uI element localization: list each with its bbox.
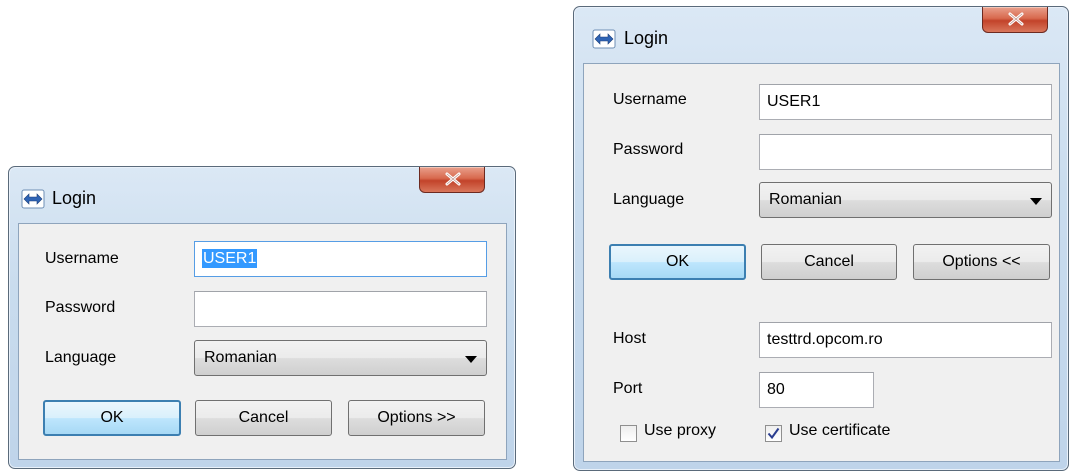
title-bar[interactable]: Login [574,7,1068,63]
chevron-down-icon [465,356,477,363]
dialog-body: Username USER1 Password Language Romania… [18,223,507,460]
port-label: Port [613,380,643,397]
ok-button[interactable]: OK [609,244,746,280]
close-button[interactable] [982,7,1048,33]
checkmark-icon [767,427,780,440]
login-dialog-collapsed: Login Username USER1 Password Language R… [8,166,516,469]
close-icon [1008,12,1024,26]
close-button[interactable] [419,167,485,193]
cancel-button[interactable]: Cancel [761,244,897,280]
language-select[interactable]: Romanian [194,340,487,376]
password-label: Password [45,299,116,316]
language-label: Language [45,349,117,366]
close-icon [445,172,461,186]
use-proxy-label[interactable]: Use proxy [644,422,716,440]
language-label: Language [613,191,685,208]
use-certificate-checkbox[interactable] [765,425,782,442]
language-select[interactable]: Romanian [759,182,1052,218]
use-proxy-checkbox[interactable] [620,425,637,442]
window-title: Login [52,188,97,208]
username-input[interactable]: USER1 [759,84,1052,120]
use-certificate-label[interactable]: Use certificate [789,422,890,440]
language-selected-value: Romanian [769,191,842,208]
options-expand-button[interactable]: Options >> [348,400,485,436]
options-collapse-button[interactable]: Options << [913,244,1050,280]
login-dialog-expanded: Login Username USER1 Password Language R… [573,6,1069,471]
password-input[interactable] [759,134,1052,170]
host-input[interactable]: testtrd.opcom.ro [759,322,1052,358]
language-selected-value: Romanian [204,349,277,366]
window-title: Login [624,28,669,48]
bidirectional-arrow-icon [592,29,616,49]
bidirectional-arrow-icon [21,189,45,209]
username-label: Username [613,91,687,108]
port-input[interactable]: 80 [759,372,874,408]
host-label: Host [613,330,646,347]
username-label: Username [45,250,119,267]
title-bar[interactable]: Login [9,167,515,223]
chevron-down-icon [1030,198,1042,205]
cancel-button[interactable]: Cancel [195,400,332,436]
password-input[interactable] [194,291,487,327]
username-input[interactable]: USER1 [194,241,487,277]
username-selected-text: USER1 [202,249,258,268]
dialog-body: Username USER1 Password Language Romania… [583,63,1060,462]
password-label: Password [613,141,684,158]
ok-button[interactable]: OK [43,400,181,436]
